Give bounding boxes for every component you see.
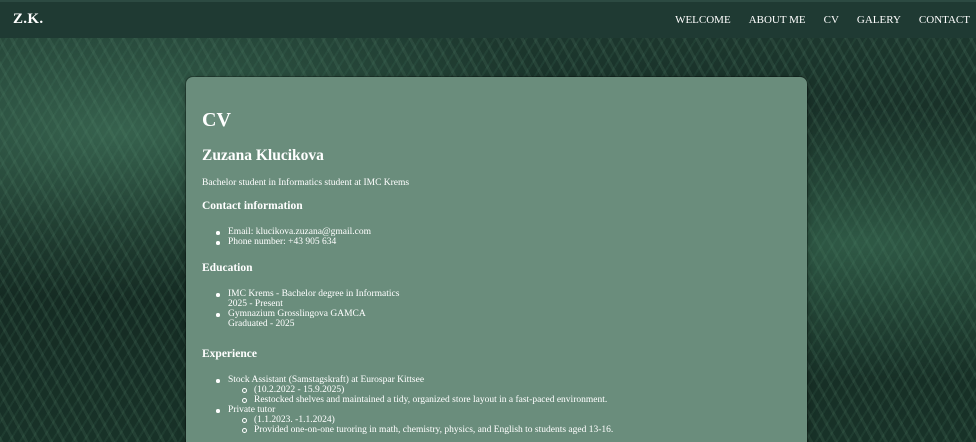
- experience-heading: Experience: [202, 348, 257, 360]
- cv-card: CV Zuzana Klucikova Bachelor student in …: [186, 77, 807, 442]
- contact-phone: Phone number: +43 905 634: [202, 237, 371, 247]
- education-item-title: IMC Krems - Bachelor degree in Informati…: [228, 289, 400, 299]
- experience-dates: (10.2.2022 - 15.9.2025): [228, 385, 613, 395]
- top-navbar: Z.K. WELCOME ABOUT ME CV GALERY CONTACT: [0, 0, 976, 38]
- brand-logo[interactable]: Z.K.: [13, 11, 43, 28]
- nav-menu: WELCOME ABOUT ME CV GALERY CONTACT: [657, 14, 970, 26]
- education-item-detail: 2025 - Present: [228, 299, 283, 309]
- education-item: IMC Krems - Bachelor degree in Informati…: [202, 289, 399, 309]
- contact-list: Email: klucikova.zuzana@gmail.com Phone …: [202, 227, 371, 247]
- experience-list: Stock Assistant (Samstagskraft) at Euros…: [202, 375, 613, 435]
- education-item: Gymnazium Grosslingova GAMCA Graduated -…: [202, 309, 399, 329]
- experience-sublist: (10.2.2022 - 15.9.2025) Restocked shelve…: [228, 385, 613, 405]
- experience-sublist: (1.1.2023. -1.1.2024) Provided one-on-on…: [228, 415, 613, 435]
- experience-item-title: Private tutor: [228, 405, 276, 415]
- contact-email: Email: klucikova.zuzana@gmail.com: [202, 227, 371, 237]
- experience-description: Restocked shelves and maintained a tidy,…: [228, 395, 613, 405]
- education-list: IMC Krems - Bachelor degree in Informati…: [202, 289, 399, 329]
- education-heading: Education: [202, 262, 253, 274]
- experience-item: Stock Assistant (Samstagskraft) at Euros…: [202, 375, 613, 405]
- contact-heading: Contact information: [202, 200, 303, 212]
- education-item-detail: Graduated - 2025: [228, 319, 295, 329]
- person-subtitle: Bachelor student in Informatics student …: [202, 178, 410, 188]
- nav-link-contact[interactable]: CONTACT: [919, 14, 970, 26]
- nav-link-cv[interactable]: CV: [824, 14, 839, 26]
- nav-link-galery[interactable]: GALERY: [857, 14, 901, 26]
- page-title: CV: [202, 109, 231, 131]
- nav-link-about-me[interactable]: ABOUT ME: [749, 14, 806, 26]
- person-name: Zuzana Klucikova: [202, 147, 324, 164]
- experience-item-title: Stock Assistant (Samstagskraft) at Euros…: [228, 375, 425, 385]
- education-item-title: Gymnazium Grosslingova GAMCA: [228, 309, 366, 319]
- nav-link-welcome[interactable]: WELCOME: [675, 14, 731, 26]
- experience-description: Provided one-on-one turoring in math, ch…: [228, 425, 613, 435]
- experience-item: Private tutor (1.1.2023. -1.1.2024) Prov…: [202, 405, 613, 435]
- experience-dates: (1.1.2023. -1.1.2024): [228, 415, 613, 425]
